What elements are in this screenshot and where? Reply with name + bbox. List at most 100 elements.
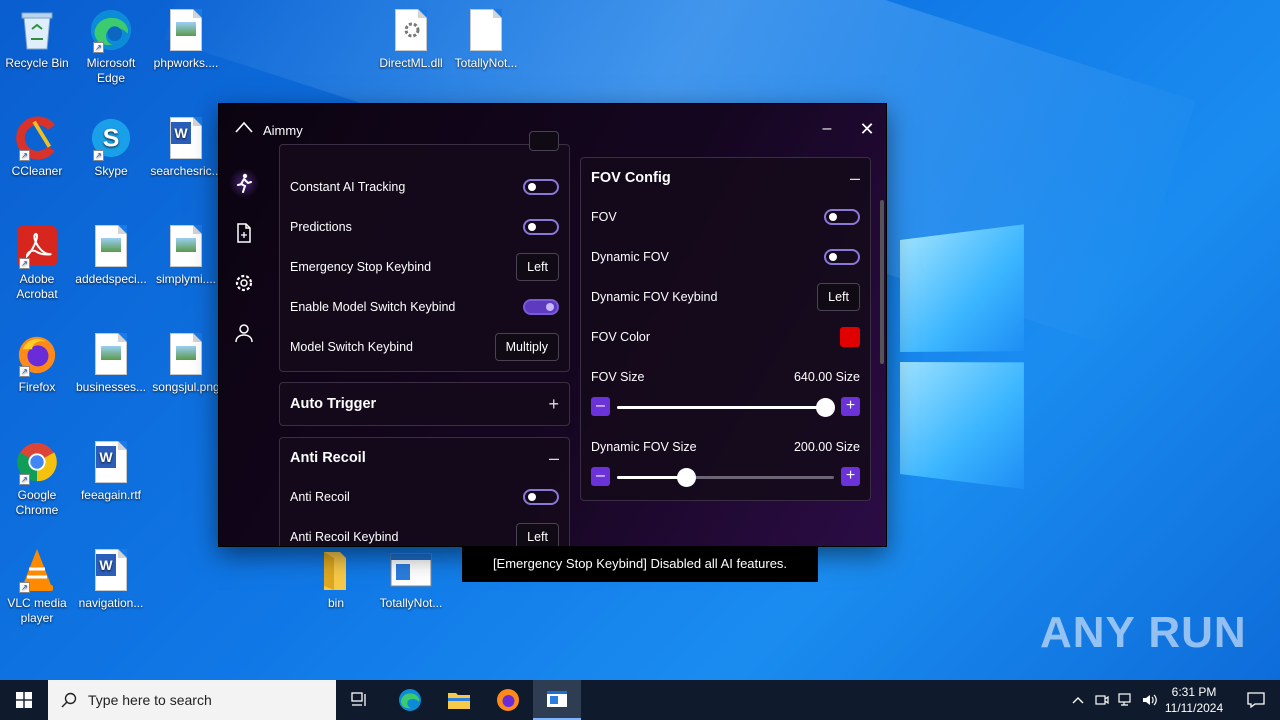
desktop-icon-vlc[interactable]: ↗ VLC media player [0, 548, 74, 626]
fov-size-slider[interactable]: – + [591, 397, 860, 417]
desktop-icon-label: Skype [74, 164, 148, 179]
collapse-minus-icon[interactable]: – [549, 448, 559, 469]
task-view-button[interactable] [336, 680, 384, 720]
window-title: Aimmy [263, 123, 303, 138]
fov-color-swatch[interactable] [840, 327, 860, 347]
emergency-stop-keybind-button[interactable]: Left [516, 253, 559, 281]
desktop-icon-file[interactable]: W searchesric... [149, 116, 223, 179]
desktop-icon-file[interactable]: TotallyNot... [449, 8, 523, 71]
desktop-icon-file[interactable]: W navigation... [74, 548, 148, 611]
desktop-icon-folder[interactable]: bin [299, 548, 373, 611]
setting-row-anti-recoil: Anti Recoil [290, 477, 559, 517]
desktop-icon-chrome[interactable]: ↗ Google Chrome [0, 440, 74, 518]
model-switch-keybind-button[interactable]: Multiply [495, 333, 559, 361]
setting-label: FOV Color [591, 330, 650, 344]
tray-network[interactable] [1114, 680, 1138, 720]
setting-row-model-switch-keybind: Model Switch Keybind Multiply [290, 327, 559, 367]
predictions-toggle[interactable] [523, 219, 559, 235]
slider-thumb[interactable] [816, 398, 835, 417]
slider-fill [617, 406, 825, 409]
desktop-icon-acrobat[interactable]: ↗ Adobe Acrobat [0, 224, 74, 302]
panel-title: Auto Trigger [290, 396, 376, 412]
panel-title: FOV Config [591, 170, 671, 186]
anti-recoil-keybind-button[interactable]: Left [516, 523, 559, 547]
slider-track[interactable] [617, 476, 834, 479]
desktop-icon-ccleaner[interactable]: ↗ CCleaner [0, 116, 74, 179]
desktop-icon-label: simplymi.... [149, 272, 223, 287]
auto-trigger-header[interactable]: Auto Trigger + [290, 384, 559, 424]
constant-ai-tracking-toggle[interactable] [523, 179, 559, 195]
taskbar-file-explorer[interactable] [435, 680, 483, 720]
taskbar-aimmy[interactable] [533, 680, 581, 720]
anti-recoil-header[interactable]: Anti Recoil – [290, 438, 559, 478]
desktop-icon-label: addedspeci... [74, 272, 148, 287]
fov-size-increase-button[interactable]: + [841, 397, 860, 416]
skype-icon: S ↗ [89, 116, 133, 160]
dynamic-fov-size-slider[interactable]: – + [591, 467, 860, 487]
ccleaner-icon: ↗ [15, 116, 59, 160]
setting-row-dynamic-fov-size: Dynamic FOV Size 200.00 Size [591, 427, 860, 467]
desktop-icon-edge[interactable]: ↗ Microsoft Edge [74, 8, 148, 86]
setting-label: Predictions [290, 220, 352, 234]
anti-recoil-toggle[interactable] [523, 489, 559, 505]
taskbar-firefox[interactable] [484, 680, 532, 720]
setting-label: Emergency Stop Keybind [290, 260, 431, 274]
setting-row-emergency-stop-keybind: Emergency Stop Keybind Left [290, 247, 559, 287]
dynamic-fov-keybind-button[interactable]: Left [817, 283, 860, 311]
dynamic-fov-size-increase-button[interactable]: + [841, 467, 860, 486]
user-icon [234, 323, 254, 343]
collapse-minus-icon[interactable]: – [850, 168, 860, 189]
dynamic-fov-toggle[interactable] [824, 249, 860, 265]
show-hidden-icons-button[interactable] [1066, 680, 1090, 720]
slider-track[interactable] [617, 406, 834, 409]
desktop-icon-file[interactable]: TotallyNot... [374, 548, 448, 611]
desktop-icon-file[interactable]: businesses... [74, 332, 148, 395]
sidebar-item-settings[interactable] [229, 268, 259, 298]
minimize-button[interactable]: – [817, 120, 837, 140]
desktop-icon-file[interactable]: songsjul.png [149, 332, 223, 395]
desktop-icon-label: songsjul.png [149, 380, 223, 395]
desktop-icon-label: Firefox [0, 380, 74, 395]
desktop-icon-file[interactable]: simplymi.... [149, 224, 223, 287]
sidebar-item-account[interactable] [229, 318, 259, 348]
setting-label: Dynamic FOV [591, 250, 669, 264]
fov-toggle[interactable] [824, 209, 860, 225]
acrobat-icon: ↗ [15, 224, 59, 268]
word-file-icon: W [164, 116, 208, 160]
firefox-icon [496, 688, 520, 712]
desktop-icon-firefox[interactable]: ↗ Firefox [0, 332, 74, 395]
close-button[interactable]: ✕ [856, 118, 878, 140]
sidebar-item-models[interactable] [229, 218, 259, 248]
taskbar-clock[interactable]: 6:31 PM 11/11/2024 [1158, 684, 1230, 716]
taskbar-edge[interactable] [386, 680, 434, 720]
slider-thumb[interactable] [677, 468, 696, 487]
sidebar-item-aim[interactable] [229, 168, 259, 198]
collapse-chevron-icon[interactable] [235, 120, 253, 134]
desktop-icon-recycle-bin[interactable]: Recycle Bin [0, 8, 74, 71]
taskbar-search-box[interactable]: Type here to search [48, 680, 336, 720]
notification-center-button[interactable] [1232, 680, 1280, 720]
fov-config-header[interactable]: FOV Config – [591, 158, 860, 198]
scrollbar[interactable] [880, 200, 884, 364]
fov-size-decrease-button[interactable]: – [591, 397, 610, 416]
desktop-icon-file[interactable]: DirectML.dll [374, 8, 448, 71]
tray-meet-now[interactable] [1090, 680, 1114, 720]
desktop-icon-file[interactable]: W feeagain.rtf [74, 440, 148, 503]
key-button-partial[interactable] [529, 131, 559, 151]
setting-label: Dynamic FOV Size [591, 440, 697, 454]
desktop-icon-skype[interactable]: S ↗ Skype [74, 116, 148, 179]
desktop-icon-file[interactable]: addedspeci... [74, 224, 148, 287]
desktop-icon-file[interactable]: phpworks.... [149, 8, 223, 71]
setting-row-anti-recoil-keybind: Anti Recoil Keybind Left [290, 517, 559, 547]
expand-plus-icon[interactable]: + [548, 394, 559, 415]
desktop-icon-label: feeagain.rtf [74, 488, 148, 503]
desktop-icon-label: searchesric... [149, 164, 223, 179]
setting-label: Constant AI Tracking [290, 180, 405, 194]
desktop-icon-label: TotallyNot... [449, 56, 523, 71]
start-button[interactable] [0, 680, 48, 720]
enable-model-switch-keybind-toggle[interactable] [523, 299, 559, 315]
dynamic-fov-size-decrease-button[interactable]: – [591, 467, 610, 486]
clock-date: 11/11/2024 [1158, 700, 1230, 716]
fov-size-value: 640.00 Size [794, 370, 860, 384]
taskbar: Type here to search 6:31 PM 11/11/2024 [0, 680, 1280, 720]
